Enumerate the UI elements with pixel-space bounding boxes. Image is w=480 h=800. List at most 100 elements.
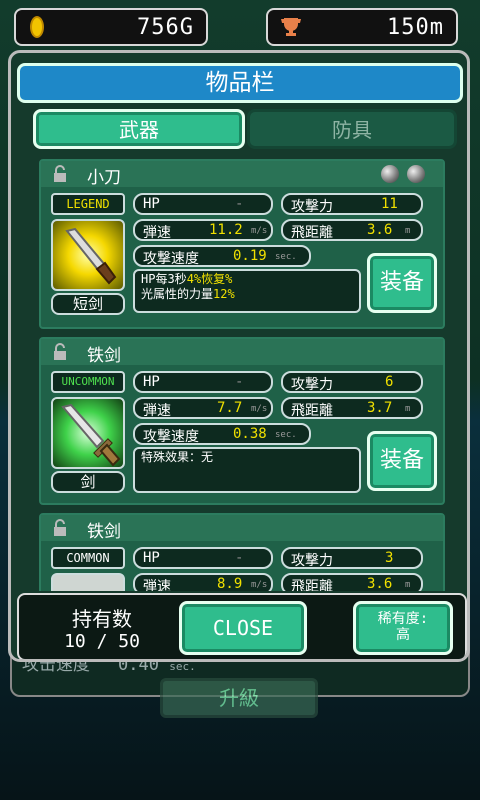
gem-slot-icon <box>381 165 399 183</box>
stat-hp-label: HP <box>143 550 160 566</box>
stat-attack-value: 3 <box>385 550 394 566</box>
unlock-icon[interactable] <box>53 519 67 537</box>
item-category: 剑 <box>51 471 125 493</box>
coin-icon <box>30 16 44 38</box>
stat-bullet-speed: 弾速 11.2 m/s <box>133 219 273 241</box>
unit-range: m <box>405 404 411 414</box>
stat-bullet-speed-value: 8.9 <box>217 576 243 591</box>
stat-bullet-speed: 弾速 8.9 m/s <box>133 573 273 591</box>
close-button[interactable]: CLOSE <box>179 601 307 655</box>
inventory-dialog: 物品栏 武器 防具 小刀 LEGEND 短剑 HP - 攻撃力 11 弾速 11.2 m… <box>8 50 470 662</box>
stat-range: 飛距離 3.7 m <box>281 397 423 419</box>
stat-hp: HP - <box>133 371 273 393</box>
rarity-badge: LEGEND <box>51 193 125 215</box>
knife-icon <box>65 227 117 285</box>
stat-range-label: 飛距離 <box>291 403 333 419</box>
unit-speed: m/s <box>251 580 268 590</box>
stat-range-value: 3.6 <box>367 222 393 238</box>
equip-button[interactable]: 装备 <box>367 431 437 491</box>
item-name: 铁剑 <box>87 522 121 542</box>
stat-hp-value: - <box>235 374 244 390</box>
item-count-label: 持有数 <box>72 607 132 631</box>
stat-bullet-speed-value: 7.7 <box>217 400 243 416</box>
stat-attack-speed-label: 攻撃速度 <box>143 251 199 267</box>
item-name: 铁剑 <box>87 346 121 366</box>
item-count-value: 10 / 50 <box>64 631 140 652</box>
effect-line: HP每3秒4%恢复% <box>141 272 353 287</box>
sort-value: 高 <box>396 627 410 643</box>
gem-slot-icon <box>407 165 425 183</box>
stat-attack-speed-value: 0.38 <box>233 426 267 442</box>
sword-icon <box>61 403 121 467</box>
stat-attack-value: 6 <box>385 374 394 390</box>
stat-bullet-speed: 弾速 7.7 m/s <box>133 397 273 419</box>
stat-attack-speed: 攻撃速度 0.38 sec. <box>133 423 311 445</box>
effect-text: 光属性的力量 <box>141 287 214 301</box>
stat-range-value: 3.6 <box>367 576 393 591</box>
unlock-icon[interactable] <box>53 165 67 183</box>
effect-line: 光属性的力量12% <box>141 287 353 302</box>
dialog-footer: 持有数 10 / 50 CLOSE 稀有度: 高 <box>17 593 467 659</box>
rarity-badge: UNCOMMON <box>51 371 125 393</box>
card-header: 铁剑 <box>41 339 443 366</box>
rarity-badge: COMMON <box>51 547 125 569</box>
item-category: 短剑 <box>51 293 125 315</box>
stat-bullet-speed-label: 弾速 <box>143 403 171 419</box>
stat-hp-label: HP <box>143 374 160 390</box>
item-card: 铁剑 COMMON HP - 攻撃力 3 弾速 8.9 m/s 飛距離 3.6 m <box>39 513 445 591</box>
stat-hp-value: - <box>235 196 244 212</box>
card-header: 铁剑 <box>41 515 443 542</box>
stat-range: 飛距離 3.6 m <box>281 573 423 591</box>
card-header: 小刀 <box>41 161 443 188</box>
unit-speed: m/s <box>251 226 268 236</box>
stat-attack-speed: 攻撃速度 0.19 sec. <box>133 245 311 267</box>
unit-range: m <box>405 226 411 236</box>
stat-attack: 攻撃力 6 <box>281 371 423 393</box>
stat-hp: HP - <box>133 547 273 569</box>
stat-range-label: 飛距離 <box>291 225 333 241</box>
item-name: 小刀 <box>87 168 121 188</box>
stat-attack-label: 攻撃力 <box>291 377 333 393</box>
item-card: 小刀 LEGEND 短剑 HP - 攻撃力 11 弾速 11.2 m/s 飛距離 3.6 m… <box>39 159 445 329</box>
gold-value: 756G <box>137 14 194 40</box>
effect-box: 特殊效果：无 <box>133 447 361 493</box>
stat-hp: HP - <box>133 193 273 215</box>
upgrade-button: 升級 <box>160 678 318 718</box>
stat-range-label: 飛距離 <box>291 579 333 591</box>
item-image <box>51 219 125 291</box>
stat-range-value: 3.7 <box>367 400 393 416</box>
stat-attack-speed-value: 0.19 <box>233 248 267 264</box>
item-card: 铁剑 UNCOMMON 剑 HP - 攻撃力 6 弾速 7.7 m/s 飛距離 3.7 m … <box>39 337 445 505</box>
sort-label: 稀有度: <box>377 611 429 627</box>
unlock-icon[interactable] <box>53 343 67 361</box>
effect-text: 特殊效果：无 <box>141 450 214 464</box>
tab-weapon[interactable]: 武器 <box>33 109 245 149</box>
item-image <box>51 397 125 469</box>
dialog-title: 物品栏 <box>17 63 463 103</box>
item-image <box>51 573 125 591</box>
stat-attack: 攻撃力 11 <box>281 193 423 215</box>
sort-rarity-button[interactable]: 稀有度: 高 <box>353 601 453 655</box>
stat-attack-speed-label: 攻撃速度 <box>143 429 199 445</box>
unit-speed: m/s <box>251 404 268 414</box>
stat-hp-label: HP <box>143 196 160 212</box>
effect-box: HP每3秒4%恢复% 光属性的力量12% <box>133 269 361 313</box>
trophy-icon <box>281 18 301 36</box>
unit-range: m <box>405 580 411 590</box>
stat-attack-label: 攻撃力 <box>291 553 333 569</box>
item-list[interactable]: 小刀 LEGEND 短剑 HP - 攻撃力 11 弾速 11.2 m/s 飛距離 3.6 m… <box>11 153 467 591</box>
stat-hp-value: - <box>235 550 244 566</box>
unit-sec: sec. <box>275 252 297 262</box>
stat-attack: 攻撃力 3 <box>281 547 423 569</box>
effect-highlight: 12% <box>213 287 235 301</box>
distance-counter: 150m <box>266 8 458 46</box>
equip-button[interactable]: 装备 <box>367 253 437 313</box>
unit-sec: sec. <box>275 430 297 440</box>
stat-attack-label: 攻撃力 <box>291 199 333 215</box>
stat-range: 飛距離 3.6 m <box>281 219 423 241</box>
tab-armor[interactable]: 防具 <box>247 109 457 149</box>
stat-bullet-speed-label: 弾速 <box>143 225 171 241</box>
stat-bullet-speed-value: 11.2 <box>209 222 243 238</box>
distance-value: 150m <box>387 14 444 40</box>
stat-bullet-speed-label: 弾速 <box>143 579 171 591</box>
